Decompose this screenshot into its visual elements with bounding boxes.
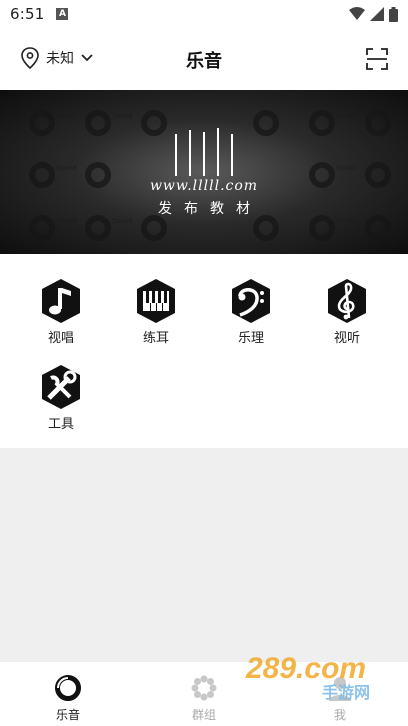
signal-icon: [370, 7, 384, 21]
nav-label: 群组: [191, 708, 216, 722]
menu-item-tools[interactable]: 工具: [21, 364, 101, 444]
site-watermark: 289.com 手游网: [245, 652, 370, 702]
svg-text:Sound: Sound: [336, 113, 356, 120]
piano-keys-icon: [137, 279, 175, 323]
banner-logo: www.lllll.com 发布教材: [0, 126, 408, 218]
status-icons: [349, 6, 398, 22]
menu-item-audio-visual[interactable]: 视听: [307, 278, 387, 358]
watermark-sub: 手游网: [322, 683, 370, 702]
page-title: 乐音: [186, 51, 222, 72]
menu-item-ear-training[interactable]: 练耳: [116, 278, 196, 358]
scan-icon: [366, 48, 388, 70]
app-header: 未知 乐音: [0, 28, 408, 90]
notification-icon: A: [56, 8, 69, 20]
svg-text:Sound: Sound: [112, 113, 132, 120]
menu-label: 工具: [47, 417, 74, 432]
status-bar: 6:51 A: [0, 0, 408, 28]
nav-label: 乐音: [55, 708, 80, 722]
svg-text:Sound: Sound: [336, 218, 356, 225]
banner[interactable]: Sound Sound Sound Sou Sound Sound Sound Sound…: [0, 90, 408, 254]
svg-text:Sou: Sou: [392, 113, 405, 120]
tools-icon: [42, 365, 80, 409]
battery-icon: [389, 6, 398, 22]
menu-label: 视听: [333, 331, 360, 346]
banner-url: www.lllll.com: [149, 178, 259, 194]
menu-label: 视唱: [47, 331, 74, 346]
menu-label: 练耳: [142, 331, 169, 346]
nav-item-home[interactable]: 乐音: [28, 674, 108, 723]
menu-label: 乐理: [237, 331, 264, 346]
nav-item-groups[interactable]: 群组: [164, 674, 244, 723]
music-note-icon: [42, 279, 80, 323]
nav-label: 我: [333, 708, 346, 722]
menu-grid: 视唱 练耳 乐理 视听 工具: [0, 254, 408, 448]
scan-button[interactable]: [366, 48, 388, 74]
home-ring-icon: [55, 675, 81, 701]
banner-tagline: 发布教材: [158, 201, 262, 217]
svg-text:Sound: Sound: [56, 113, 76, 120]
status-time: 6:51: [10, 5, 45, 23]
svg-text:Sound: Sound: [56, 218, 76, 225]
svg-text:Sound: Sound: [112, 218, 132, 225]
menu-item-sight-singing[interactable]: 视唱: [21, 278, 101, 358]
watermark-text: 289.com: [245, 652, 366, 685]
bass-clef-icon: [232, 279, 270, 323]
menu-item-music-theory[interactable]: 乐理: [211, 278, 291, 358]
banner-lines-logo: [175, 128, 233, 176]
wifi-icon: [349, 7, 365, 20]
treble-clef-icon: [328, 279, 366, 323]
group-flower-icon: [191, 675, 217, 701]
